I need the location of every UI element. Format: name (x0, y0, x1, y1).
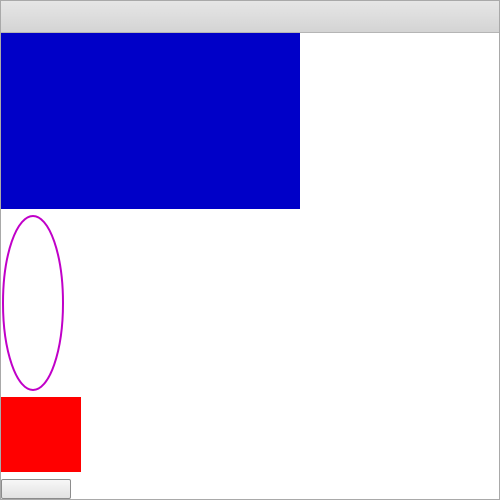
magenta-ellipse (2, 215, 64, 391)
action-button[interactable] (1, 479, 71, 499)
red-square (1, 397, 81, 472)
app-window (0, 0, 500, 500)
title-bar[interactable] (1, 1, 499, 33)
ellipse-outline (2, 215, 64, 391)
drawing-canvas (1, 33, 499, 499)
blue-rectangle (1, 33, 300, 209)
